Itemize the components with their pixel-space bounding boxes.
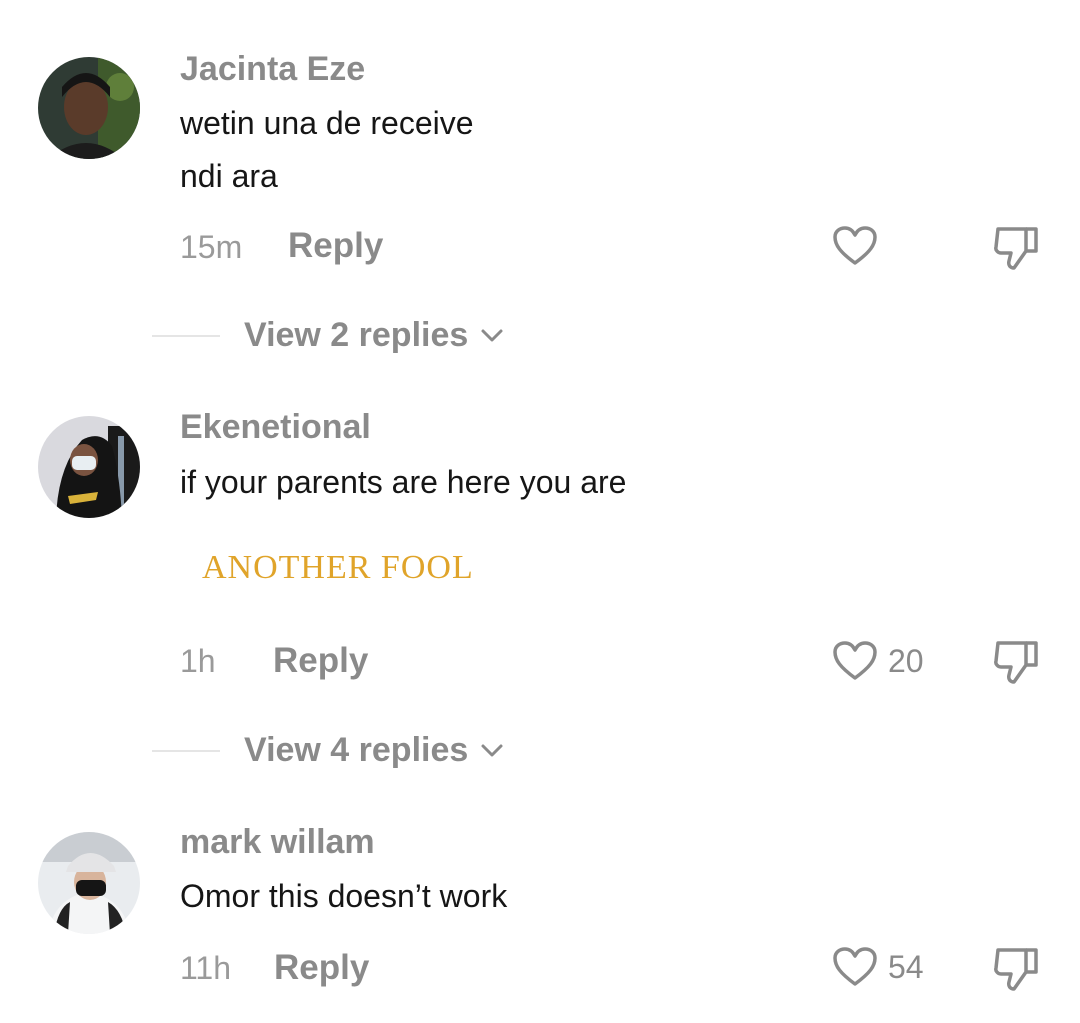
avatar[interactable] (38, 416, 140, 518)
comment-text: wetin una de receive (180, 105, 474, 141)
sticker-image: ANOTHER FOOL (202, 549, 474, 586)
comment-text: if your parents are here you are (180, 464, 627, 500)
reply-button[interactable]: Reply (273, 641, 368, 681)
chevron-down-icon (480, 328, 504, 344)
thumbs-down-icon (994, 227, 1038, 270)
comment-text: Omor this doesn’t work (180, 878, 508, 914)
thumbs-down-icon (994, 948, 1038, 991)
comment-text: ndi ara (180, 158, 278, 194)
divider (152, 334, 220, 337)
view-replies-button[interactable]: View 2 replies (152, 316, 504, 355)
chevron-down-icon (480, 743, 504, 759)
view-replies-label: View 2 replies (244, 316, 469, 354)
divider (152, 749, 220, 752)
username[interactable]: Jacinta Eze (180, 50, 365, 89)
dislike-button[interactable] (992, 944, 1042, 992)
dislike-button[interactable] (992, 223, 1042, 271)
timestamp: 15m (180, 229, 243, 265)
like-button[interactable]: 54 (832, 946, 924, 988)
heart-outline-icon (833, 226, 877, 265)
avatar[interactable] (38, 57, 140, 159)
avatar-photo (38, 832, 140, 934)
dislike-button[interactable] (992, 637, 1042, 685)
like-button[interactable] (832, 225, 888, 267)
username[interactable]: Ekenetional (180, 408, 371, 447)
heart-outline-icon (833, 641, 877, 680)
like-count: 20 (888, 642, 924, 679)
username[interactable]: mark willam (180, 823, 375, 862)
heart-outline-icon (833, 947, 877, 986)
avatar-photo (38, 416, 140, 518)
timestamp: 1h (180, 643, 216, 679)
avatar[interactable] (38, 832, 140, 934)
like-count: 54 (888, 948, 924, 985)
reply-button[interactable]: Reply (274, 948, 369, 988)
timestamp: 11h (180, 950, 232, 986)
reply-button[interactable]: Reply (288, 226, 383, 266)
view-replies-label: View 4 replies (244, 731, 469, 769)
thumbs-down-icon (994, 641, 1038, 684)
avatar-photo (38, 57, 140, 159)
like-button[interactable]: 20 (832, 640, 924, 682)
view-replies-button[interactable]: View 4 replies (152, 731, 504, 770)
